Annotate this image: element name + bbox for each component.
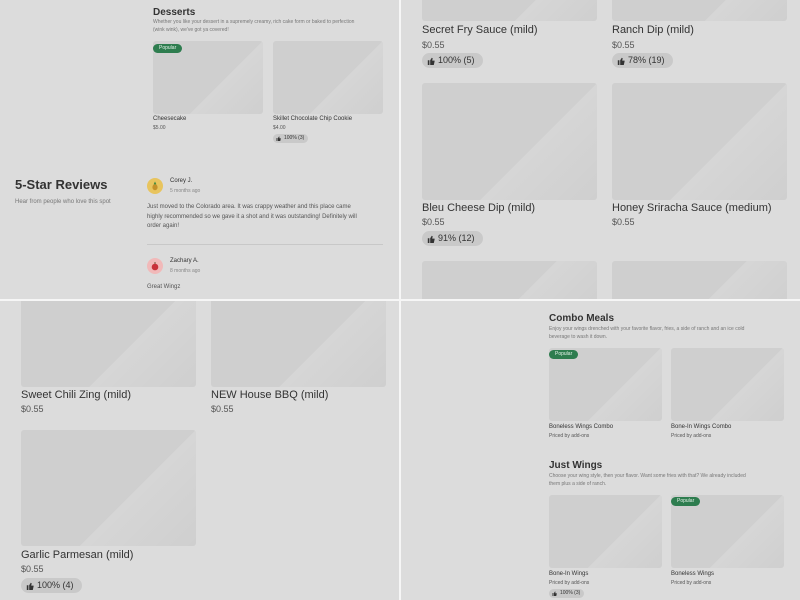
item-price: Priced by add-ons xyxy=(549,580,590,586)
item-price: $0.55 xyxy=(21,564,44,574)
item-name: Secret Fry Sauce (mild) xyxy=(422,24,538,36)
combo-meals-title: Combo Meals xyxy=(549,313,615,324)
rating-text: 100% (3) xyxy=(560,590,581,596)
thumbs-up-icon xyxy=(427,235,435,243)
desserts-title: Desserts xyxy=(153,7,196,18)
item-name: Bleu Cheese Dip (mild) xyxy=(422,202,536,214)
review-text: Just moved to the Colorado area. It was … xyxy=(147,204,351,210)
review-time: 5 months ago xyxy=(170,188,201,194)
item-price: Priced by add-ons xyxy=(549,433,590,439)
flavors-panel: Sweet Chili Zing (mild) $0.55 NEW House … xyxy=(0,301,399,600)
thumbs-up-icon xyxy=(427,57,435,65)
item-price: Priced by add-ons xyxy=(671,580,712,586)
item-price: $0.55 xyxy=(21,404,44,414)
item-image xyxy=(422,0,597,21)
item-price: $0.55 xyxy=(422,40,445,50)
thumbs-up-icon xyxy=(617,57,625,65)
rating-pill: 100% (3) xyxy=(549,589,585,598)
item-name: Ranch Dip (mild) xyxy=(612,24,694,36)
item-image xyxy=(549,495,662,568)
item-price: $4.00 xyxy=(273,125,286,131)
item-image xyxy=(21,301,196,387)
item-image[interactable] xyxy=(422,261,597,299)
sauces-panel: Secret Fry Sauce (mild) $0.55 100% (5) R… xyxy=(401,0,800,299)
item-price: $0.55 xyxy=(422,217,445,227)
reviews-subtitle: Hear from people who love this spot xyxy=(15,199,111,205)
review-text: Great Wingz xyxy=(147,284,181,290)
item-name: Boneless Wings Combo xyxy=(549,424,614,430)
rating-pill: 91% (12) xyxy=(422,231,483,246)
desserts-description: Whether you like your dessert in a supre… xyxy=(153,19,355,25)
thumbs-up-icon xyxy=(552,591,557,596)
reviews-title: 5-Star Reviews xyxy=(15,177,108,192)
item-price: $0.55 xyxy=(612,217,635,227)
avatar xyxy=(147,258,163,274)
item-name: Garlic Parmesan (mild) xyxy=(21,549,134,561)
just-wings-title: Just Wings xyxy=(549,460,603,471)
grid-divider-horizontal xyxy=(0,299,800,301)
item-image xyxy=(273,41,383,114)
item-name: Cheesecake xyxy=(153,116,187,122)
item-name: NEW House BBQ (mild) xyxy=(211,389,329,401)
review-text-3: order again! xyxy=(147,223,180,229)
item-image xyxy=(612,0,787,21)
apple-icon xyxy=(151,262,159,271)
combos-panel: Combo Meals Enjoy your wings drenched wi… xyxy=(401,301,800,600)
item-image xyxy=(671,348,784,421)
item-name: Skillet Chocolate Chip Cookie xyxy=(273,116,353,122)
rating-pill: 100% (5) xyxy=(422,53,483,68)
rating-text: 100% (3) xyxy=(284,135,305,141)
item-image xyxy=(211,301,386,387)
review-author: Zachary A. xyxy=(170,258,199,264)
review-text-2: highly recommended so we gave it a shot … xyxy=(147,214,357,220)
popular-badge: Popular xyxy=(549,350,579,359)
review-divider xyxy=(147,244,383,245)
item-name: Bone-In Wings xyxy=(549,571,589,577)
item-name: Honey Sriracha Sauce (medium) xyxy=(612,202,772,214)
combo-meals-description-2: beverage to wash it down. xyxy=(549,334,608,340)
rating-pill: 100% (3) xyxy=(273,134,309,143)
item-name: Sweet Chili Zing (mild) xyxy=(21,389,132,401)
just-wings-description-2: them plus a side of ranch. xyxy=(549,481,607,487)
item-image[interactable] xyxy=(612,261,787,299)
rating-text: 78% (19) xyxy=(628,55,665,65)
item-image xyxy=(422,83,597,200)
review-time: 8 months ago xyxy=(170,268,201,274)
desserts-description-2: (wink wink), we've got ya covered! xyxy=(153,27,229,33)
item-name: Bone-In Wings Combo xyxy=(671,424,732,430)
just-wings-description: Choose your wing style, then your flavor… xyxy=(549,473,746,479)
rating-text: 91% (12) xyxy=(438,233,475,243)
desserts-reviews-panel: Desserts Whether you like your dessert i… xyxy=(0,0,399,299)
rating-text: 100% (4) xyxy=(37,580,74,590)
thumbs-up-icon xyxy=(276,136,281,141)
review-author: Corey J. xyxy=(170,178,193,184)
avatar xyxy=(147,178,163,194)
item-name: Boneless Wings xyxy=(671,571,715,577)
item-price: Priced by add-ons xyxy=(671,433,712,439)
combo-meals-description: Enjoy your wings drenched with your favo… xyxy=(549,326,745,332)
thumbs-up-icon xyxy=(26,582,34,590)
item-price: $0.55 xyxy=(612,40,635,50)
item-image xyxy=(21,430,196,546)
rating-text: 100% (5) xyxy=(438,55,475,65)
rating-pill: 100% (4) xyxy=(21,578,82,593)
pineapple-icon xyxy=(152,181,158,191)
popular-badge: Popular xyxy=(671,497,701,506)
item-price: $0.55 xyxy=(211,404,234,414)
rating-pill: 78% (19) xyxy=(612,53,673,68)
popular-badge: Popular xyxy=(153,44,183,53)
item-price: $5.00 xyxy=(153,125,166,131)
item-image xyxy=(612,83,787,200)
